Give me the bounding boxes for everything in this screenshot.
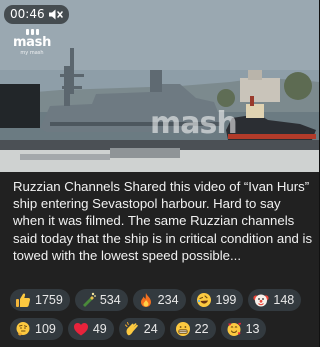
- video-duration-badge: 00:46: [4, 5, 69, 24]
- reaction-grimacing[interactable]: 22: [169, 318, 216, 340]
- channel-post: 00:46 mash my mash mash Ruzzian Channels…: [0, 0, 319, 347]
- speaker-muted-icon[interactable]: [48, 8, 63, 21]
- logo-word: mash: [12, 35, 52, 50]
- champagne-icon: [80, 292, 96, 308]
- reaction-clap[interactable]: 24: [118, 318, 165, 340]
- red-heart-icon: [73, 321, 89, 337]
- video-frame: [0, 0, 319, 172]
- clown-face-icon: [253, 292, 269, 308]
- fire-icon: [138, 292, 154, 308]
- reactions-bar: 1759 534 234 199 148 109 49 24 22 13: [10, 289, 315, 340]
- logo-subtitle: my mash: [20, 50, 44, 56]
- thinking-face-icon: [15, 321, 31, 337]
- reaction-count: 199: [215, 293, 237, 307]
- reaction-count: 22: [194, 322, 209, 336]
- reaction-count: 24: [143, 322, 158, 336]
- reaction-smiling-hearts[interactable]: 13: [220, 318, 267, 340]
- reaction-count: 49: [92, 322, 107, 336]
- reaction-fire[interactable]: 234: [132, 289, 186, 311]
- grimacing-face-icon: [175, 321, 191, 337]
- post-caption: Ruzzian Channels Shared this video of “I…: [13, 179, 313, 263]
- reaction-count: 109: [35, 322, 56, 336]
- reaction-count: 234: [157, 293, 179, 307]
- rofl-face-icon: [196, 292, 212, 308]
- video-player[interactable]: 00:46 mash my mash mash: [0, 0, 319, 172]
- thumbs-up-icon: [15, 292, 31, 308]
- reaction-champagne[interactable]: 534: [74, 289, 128, 311]
- reaction-thumbs-up[interactable]: 1759: [10, 289, 70, 311]
- video-watermark: mash: [150, 106, 238, 141]
- reaction-rofl[interactable]: 199: [190, 289, 244, 311]
- clapping-hands-icon: [124, 321, 140, 337]
- smiling-hearts-face-icon: [226, 321, 242, 337]
- reaction-count: 534: [99, 293, 121, 307]
- reaction-heart[interactable]: 49: [67, 318, 114, 340]
- reaction-clown[interactable]: 148: [248, 289, 302, 311]
- reaction-count: 13: [245, 322, 260, 336]
- reaction-count: 1759: [35, 293, 63, 307]
- video-time-label: 00:46: [10, 7, 45, 21]
- reaction-thinking[interactable]: 109: [10, 318, 63, 340]
- mash-logo: mash my mash: [12, 29, 52, 65]
- reaction-count: 148: [273, 293, 295, 307]
